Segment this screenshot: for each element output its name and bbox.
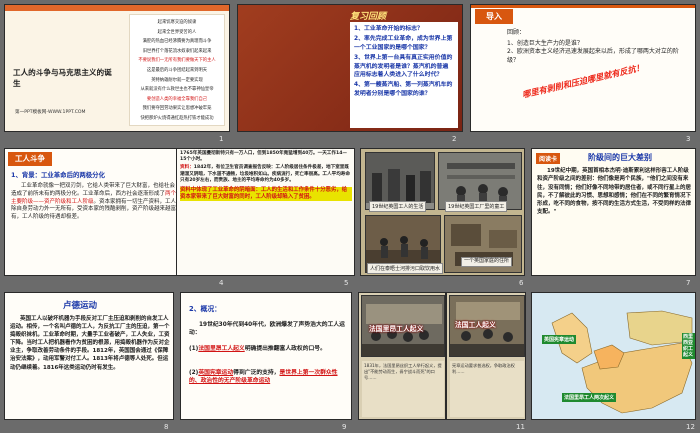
poem-line: 要创造人类的幸福全靠我们自己 bbox=[146, 96, 208, 102]
slide-number: 11 bbox=[516, 423, 525, 431]
reading-card-title: 阶级间的巨大差别 bbox=[588, 153, 652, 162]
poem-line: 这是最后的斗争团结起来到明天 bbox=[146, 67, 208, 73]
section-heading: 复习回顾 bbox=[350, 12, 387, 22]
section-heading: 卢德运动 bbox=[63, 301, 98, 311]
item-1: (1)法国里昂工人起义明确提出推翻富人政权的口号。 bbox=[189, 346, 326, 352]
slide-number: 8 bbox=[164, 423, 169, 431]
material-conclusion: 资料中体现了工业革命的阴暗面：工人的生活和工作条件十分恶劣，给资本家带来了巨大财… bbox=[180, 187, 352, 202]
material-text-2: 1842年，有位卫生官员调查报告反映：工人阶级居住条件极差，地下室里既潮湿又阴暗… bbox=[180, 165, 350, 183]
poem-lines: 起来饥寒交迫的奴隶 起来全世界受苦的人 满腔的热血已经沸腾要为真理而斗争 旧世界… bbox=[132, 18, 222, 124]
text-panel: 1831年，法国里昂丝织工人举行起义，提出"不能劳动而生，毋宁战斗而死"的口号…… bbox=[362, 361, 444, 417]
photo-caption: 人们在泰晤士河排污口取饮用水 bbox=[367, 263, 444, 274]
reading-card-body: 19世纪中期，英国首相本杰明·迪斯累利这样形容工人阶级和资产阶级之间的差别：他们… bbox=[537, 168, 692, 216]
slide-number: 1 bbox=[219, 135, 224, 143]
poem-line: 从来就没有什么救世主也不靠神仙皇帝 bbox=[140, 87, 214, 93]
poem-line: 起来全世界受苦的人 bbox=[157, 29, 197, 35]
poem-line: 不要说我们一无所有我们要做天下的主人 bbox=[138, 58, 216, 64]
photo-caption: 19世纪英国工人的生活 bbox=[369, 201, 427, 212]
question-1: 1、创造巨大生产力的是谁？ bbox=[507, 40, 583, 47]
slogan-text: 哪里有剥削和压迫哪里就有反抗！ bbox=[521, 61, 645, 100]
slide-number: 7 bbox=[686, 279, 691, 287]
map-label-silesia: 西里西亚织工起义 bbox=[682, 333, 695, 359]
subheading: 1、背景：工业革命后的两极分化 bbox=[11, 171, 105, 179]
slide-number: 2 bbox=[452, 135, 457, 143]
slide-thumbnail-6[interactable]: 19世纪英国工人的生活 19世纪英国工厂里的童工 人们在泰晤士河排污口取饮用水 … bbox=[360, 148, 525, 276]
slide-thumbnail-12[interactable]: 19世纪30-40年代欧洲工人运动形势图 英国宪章运动 法国里昂工人两次起义 西… bbox=[531, 292, 696, 420]
poem-line: 起来饥寒交迫的奴隶 bbox=[157, 20, 197, 25]
slide-thumbnail-10[interactable]: 法国里昂工人起义 1831年，法国里昂丝织工人举行起义，提出"不能劳动而生，毋宁… bbox=[358, 292, 446, 420]
slide-number: 9 bbox=[342, 423, 347, 431]
slide-thumbnail-9[interactable]: 2、概况： 19世纪30年代到40年代，欧洲爆发了声势浩大的工人运动： (1)法… bbox=[180, 292, 352, 420]
slide-number: 3 bbox=[686, 135, 691, 143]
slide-thumbnail-3[interactable]: 导入 回顾： 1、创造巨大生产力的是谁？ 2、欧洲资本主义经济迅速发展起来以后，… bbox=[470, 4, 696, 132]
photo-caption: 法国里昂工人起义 bbox=[369, 325, 424, 333]
map-label-lyon: 法国里昂工人两次起义 bbox=[562, 393, 617, 402]
slide-thumbnail-2[interactable]: 复习回顾 1、工业革命开始的标志？ 2、率先完成工业革命，成为世界上第一个工业国… bbox=[237, 4, 463, 132]
photo-caption: 一个英国家庭的住所 bbox=[461, 257, 513, 267]
review-question: 1、工业革命开始的标志？ bbox=[354, 26, 423, 32]
review-question: 4、第一艘蒸汽船、第一列蒸汽机车的发明者分别是哪个国家的谁？ bbox=[354, 82, 453, 97]
subheading: 2、概况： bbox=[189, 305, 221, 313]
section-heading: 导入 bbox=[475, 9, 513, 24]
photo-caption: 法国工人起义 bbox=[455, 321, 496, 329]
material-label: 资料： bbox=[180, 165, 194, 171]
poem-line: 满腔的热血已经沸腾要为真理而斗争 bbox=[142, 39, 212, 45]
slide-thumbnail-8[interactable]: 卢德运动 英国工人以破坏机器为手段反对工厂主压迫和剥削的自发工人运动。相传，一个… bbox=[4, 292, 174, 420]
slide-thumbnail-5-real[interactable]: 1765年英国曼彻斯特只有一万人口，但到1850年竟猛增到40万。一天工作14—… bbox=[176, 148, 355, 276]
slide-thumbnail-10b[interactable]: 法国工人起义 宪章运动要求普选权，争取政治权利…… bbox=[446, 292, 526, 420]
poem-line: 我们要夺回劳动果实让思想冲破牢笼 bbox=[142, 106, 212, 112]
slide-sorter-grid: 工人的斗争与马克思主义的诞生 第一PPT模板网-WWW.1PPT.COM 起来饥… bbox=[0, 0, 700, 433]
review-question: 3、世界上第一台具有真正实用价值的蒸汽机的发明者是谁？蒸汽机的普遍应用标志着人类… bbox=[354, 55, 453, 79]
body-text: 工业革命就像一把双刃剑，它给人类带来了巨大财富，也给社会造成了前所未有的两极分化… bbox=[11, 183, 177, 222]
map-label-chartism: 英国宪章运动 bbox=[542, 335, 577, 344]
item-2: (2)英国宪章运动得到广泛的支持，是世界上第一次群众性的、政治性的无产阶级革命运… bbox=[189, 370, 338, 385]
photo-caption: 19世纪英国工厂里的童工 bbox=[445, 201, 508, 212]
body-part: 工业革命就像一把双刃剑，它给人类带来了巨大财富，也给社会造成了前所未有的两极分化… bbox=[11, 183, 176, 197]
question-2: 2、欧洲资本主义经济迅速发展起来以后，形成了哪两大对立的阶级？ bbox=[507, 48, 679, 64]
poem-line: 英特纳雄耐尔就一定要实现 bbox=[151, 77, 203, 83]
text-panel: 宪章运动要求普选权，争取政治权利…… bbox=[450, 361, 524, 417]
material-text-1: 1765年英国曼彻斯特只有一万人口，但到1850年竟猛增到40万。一天工作14—… bbox=[180, 151, 347, 163]
slide-number: 4 bbox=[219, 279, 224, 287]
poem-line: 快把那炉火烧得通红趁热打铁才能成功 bbox=[140, 115, 214, 121]
slide-number: 6 bbox=[519, 279, 524, 287]
section-heading: 工人斗争 bbox=[8, 152, 52, 166]
slide-number: 5 bbox=[344, 279, 349, 287]
slide-thumbnail-1[interactable]: 工人的斗争与马克思主义的诞生 第一PPT模板网-WWW.1PPT.COM 起来饥… bbox=[4, 4, 230, 132]
body-text: 英国工人以破坏机器为手段反对工厂主压迫和剥削的自发工人运动。相传，一个名叫卢德的… bbox=[10, 316, 170, 371]
poem-panel: 起来饥寒交迫的奴隶 起来全世界受苦的人 满腔的热血已经沸腾要为真理而斗争 旧世界… bbox=[129, 14, 225, 126]
reading-card-label: 阅读卡 bbox=[536, 153, 561, 164]
slide-number: 12 bbox=[686, 423, 695, 431]
slide-title: 工人的斗争与马克思主义的诞生 bbox=[13, 68, 112, 88]
slide-thumbnail-7[interactable]: 阅读卡 阶级间的巨大差别 19世纪中期，英国首相本杰明·迪斯累利这样形容工人阶级… bbox=[531, 148, 696, 276]
review-lead: 回顾： bbox=[507, 29, 526, 36]
slide-footer-text: 第一PPT模板网-WWW.1PPT.COM bbox=[15, 110, 86, 115]
review-question: 2、率先完成工业革命，成为世界上第一个工业国家的是哪个国家？ bbox=[354, 36, 453, 51]
intro-text: 19世纪30年代到40年代，欧洲爆发了声势浩大的工人运动： bbox=[189, 322, 345, 337]
poem-line: 旧世界打个落花流水奴隶们起来起来 bbox=[142, 48, 212, 54]
